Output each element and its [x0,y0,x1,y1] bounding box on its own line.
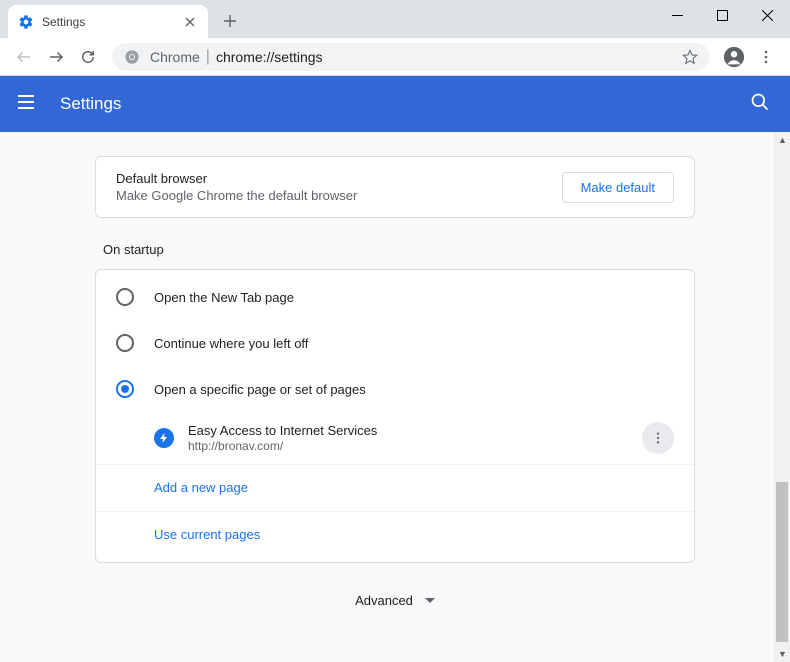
advanced-toggle[interactable]: Advanced [355,563,435,618]
omnibox-separator: | [206,48,210,66]
settings-content: Default browser Make Google Chrome the d… [0,132,790,662]
kebab-menu-button[interactable] [750,41,782,73]
search-icon[interactable] [750,92,774,116]
default-browser-title: Default browser [116,171,562,186]
radio-icon-checked [116,380,134,398]
close-tab-button[interactable] [182,14,198,30]
profile-button[interactable] [718,41,750,73]
chrome-icon [124,49,140,65]
new-tab-button[interactable] [216,7,244,35]
startup-option-new-tab[interactable]: Open the New Tab page [96,274,694,320]
hamburger-menu-icon[interactable] [16,92,40,116]
reload-button[interactable] [72,41,104,73]
back-button[interactable] [8,41,40,73]
address-bar[interactable]: Chrome | chrome://settings [112,43,710,71]
chevron-down-icon [425,598,435,604]
use-current-pages-link[interactable]: Use current pages [96,511,694,558]
close-window-button[interactable] [745,0,790,30]
tab-title: Settings [42,15,182,29]
add-new-page-link[interactable]: Add a new page [96,464,694,511]
advanced-label: Advanced [355,593,413,608]
forward-button[interactable] [40,41,72,73]
radio-label: Open a specific page or set of pages [154,382,366,397]
window-controls [655,0,790,30]
bookmark-star-icon[interactable] [682,49,698,65]
scrollbar-thumb[interactable] [776,482,788,642]
window-titlebar: Settings [0,0,790,38]
radio-label: Open the New Tab page [154,290,294,305]
startup-page-title: Easy Access to Internet Services [188,423,642,438]
startup-option-continue[interactable]: Continue where you left off [96,320,694,366]
gear-icon [18,14,34,30]
page-favicon-icon [154,428,174,448]
scroll-up-arrow-icon[interactable]: ▲ [775,132,790,148]
omnibox-url: chrome://settings [216,49,682,65]
page-item-menu-button[interactable] [642,422,674,454]
on-startup-card: Open the New Tab page Continue where you… [95,269,695,563]
omnibox-prefix: Chrome [150,49,200,65]
default-browser-subtitle: Make Google Chrome the default browser [116,188,562,203]
scroll-down-arrow-icon[interactable]: ▼ [775,646,790,662]
make-default-button[interactable]: Make default [562,172,674,203]
radio-label: Continue where you left off [154,336,308,351]
startup-option-specific-pages[interactable]: Open a specific page or set of pages [96,366,694,412]
default-browser-card: Default browser Make Google Chrome the d… [95,156,695,218]
radio-icon [116,334,134,352]
startup-page-item: Easy Access to Internet Services http://… [96,412,694,464]
browser-tab[interactable]: Settings [8,5,208,38]
settings-header: Settings [0,76,790,132]
startup-page-url: http://bronav.com/ [188,439,642,453]
scrollbar[interactable]: ▲ ▼ [774,132,790,662]
browser-toolbar: Chrome | chrome://settings [0,38,790,76]
page-title: Settings [60,94,750,114]
radio-icon [116,288,134,306]
maximize-button[interactable] [700,0,745,30]
on-startup-heading: On startup [95,218,695,269]
minimize-button[interactable] [655,0,700,30]
